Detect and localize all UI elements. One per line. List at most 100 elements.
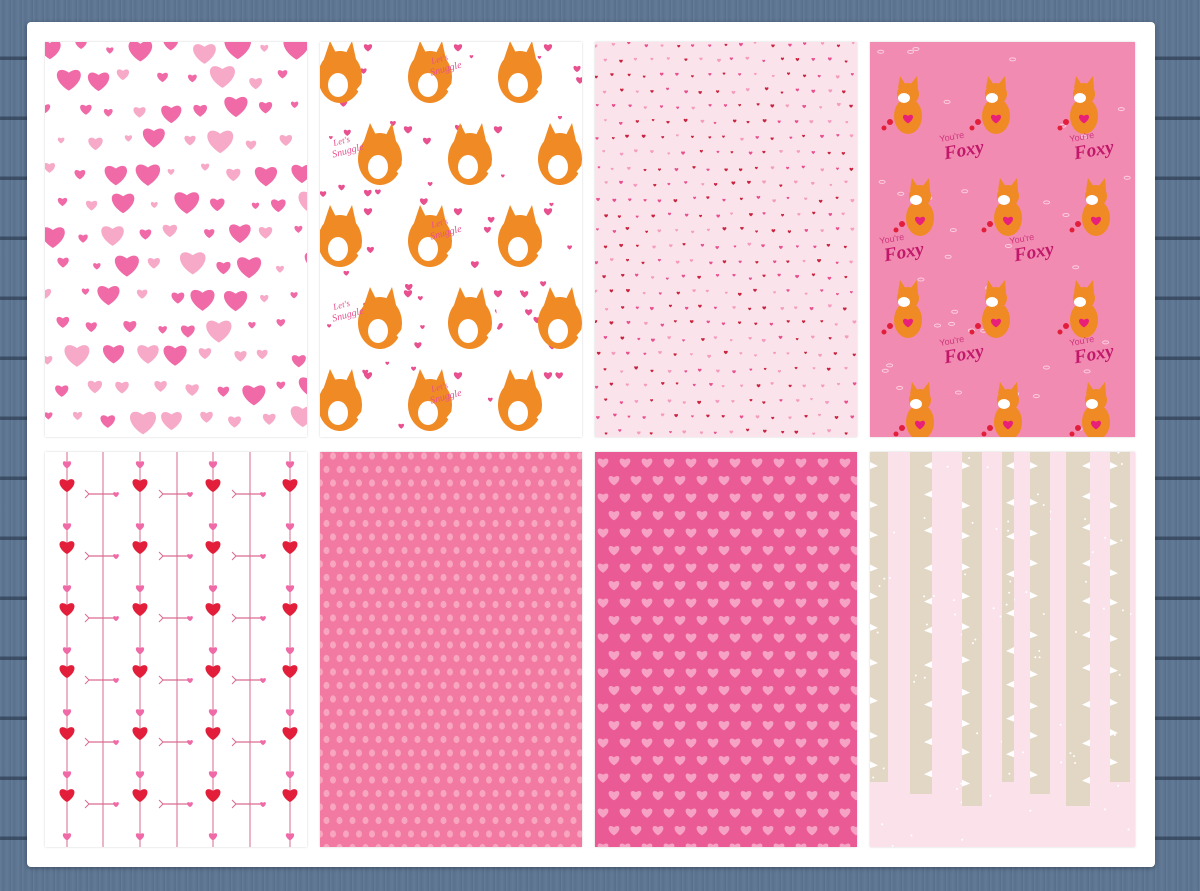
- polka-dot: [460, 722, 466, 730]
- polka-dot: [564, 587, 570, 595]
- polka-dot: [466, 789, 473, 798]
- fox-face: [986, 93, 998, 103]
- polka-dot: [408, 533, 414, 541]
- polka-dot: [453, 708, 460, 717]
- polka-dot: [395, 614, 401, 622]
- polka-dot: [512, 560, 518, 568]
- polka-dot: [414, 735, 421, 744]
- polka-dot: [486, 695, 492, 703]
- polka-dot: [499, 803, 505, 811]
- polka-dot: [551, 641, 557, 649]
- polka-dot: [512, 776, 518, 784]
- polka-dot: [479, 627, 486, 636]
- bark-speck: [971, 642, 974, 645]
- polka-dot: [323, 762, 330, 771]
- polka-dot: [538, 560, 544, 568]
- polka-dot: [479, 816, 486, 825]
- fox-belly: [368, 155, 388, 179]
- paper-heart-grid: [595, 452, 857, 847]
- polka-dot: [531, 465, 538, 474]
- polka-dot: [421, 722, 427, 730]
- polka-dot: [486, 830, 492, 838]
- polka-dot: [408, 830, 414, 838]
- bark-speck: [1008, 772, 1011, 775]
- polka-dot: [395, 533, 401, 541]
- bark-speck: [1121, 609, 1124, 612]
- polka-dot: [421, 830, 427, 838]
- polka-dot: [570, 816, 577, 825]
- polka-dot: [466, 762, 473, 771]
- polka-dot: [434, 803, 440, 811]
- snow-dot: [889, 576, 892, 579]
- polka-dot: [518, 789, 525, 798]
- polka-dot: [336, 546, 343, 555]
- polka-dot: [369, 560, 375, 568]
- flower-dot: [1075, 221, 1081, 227]
- snow-dot: [1127, 828, 1130, 831]
- pattern-fox-foxy: You'reFoxy You'reFoxyYou'reFoxy You'reFoxy…: [870, 42, 1135, 437]
- polka-dot: [434, 479, 440, 487]
- paper-background: [595, 42, 857, 437]
- flower-dot: [1057, 125, 1063, 131]
- polka-dot: [479, 735, 486, 744]
- polka-dot: [538, 506, 544, 514]
- polka-dot: [473, 749, 479, 757]
- snow-dot: [910, 834, 913, 837]
- polka-dot: [349, 600, 356, 609]
- polka-dot: [551, 749, 557, 757]
- polka-dot: [512, 587, 518, 595]
- polka-dot: [479, 573, 486, 582]
- polka-dot: [570, 654, 577, 663]
- polka-dot: [440, 573, 447, 582]
- polka-dot: [505, 573, 512, 582]
- polka-dot: [427, 465, 434, 474]
- polka-dot: [343, 452, 349, 460]
- polka-dot: [434, 749, 440, 757]
- polka-dot: [395, 587, 401, 595]
- snow-dot: [946, 465, 949, 468]
- polka-dot: [349, 573, 356, 582]
- polka-dot: [486, 560, 492, 568]
- polka-dot: [421, 560, 427, 568]
- polka-dot: [388, 762, 395, 771]
- polka-dot: [323, 681, 330, 690]
- flower-dot: [899, 221, 905, 227]
- polka-dot: [369, 776, 375, 784]
- polka-dot: [382, 587, 388, 595]
- polka-dot: [525, 479, 531, 487]
- polka-dot: [336, 573, 343, 582]
- polka-dot: [505, 708, 512, 717]
- polka-dot: [369, 533, 375, 541]
- polka-dot: [440, 492, 447, 501]
- bark-speck: [883, 577, 886, 580]
- polka-dot: [512, 668, 518, 676]
- polka-dot: [427, 708, 434, 717]
- snow-dot: [986, 466, 989, 469]
- polka-dot: [323, 789, 330, 798]
- polka-dot: [336, 519, 343, 528]
- polka-dot: [460, 614, 466, 622]
- polka-dot: [544, 573, 551, 582]
- polka-dot: [362, 708, 369, 717]
- polka-dot: [499, 533, 505, 541]
- polka-dot: [538, 776, 544, 784]
- polka-dot: [434, 695, 440, 703]
- polka-dot: [414, 708, 421, 717]
- polka-dot: [395, 668, 401, 676]
- polka-dot: [466, 573, 473, 582]
- polka-dot: [408, 749, 414, 757]
- polka-dot: [323, 600, 330, 609]
- bark-speck: [1069, 752, 1072, 755]
- polka-dot: [330, 803, 336, 811]
- polka-dot: [486, 803, 492, 811]
- polka-dot: [330, 695, 336, 703]
- pattern-fox-snuggle: Let'sSnuggleLet'sSnuggleLet'sSnuggleLet'…: [320, 42, 582, 437]
- bark-speck: [1008, 591, 1011, 594]
- polka-dot: [388, 789, 395, 798]
- polka-dot: [356, 695, 362, 703]
- pattern-polka-dots: [320, 452, 582, 847]
- polka-dot: [505, 465, 512, 474]
- paper-tiny-hearts: [595, 42, 857, 437]
- snow-dot: [932, 595, 935, 598]
- polka-dot: [564, 641, 570, 649]
